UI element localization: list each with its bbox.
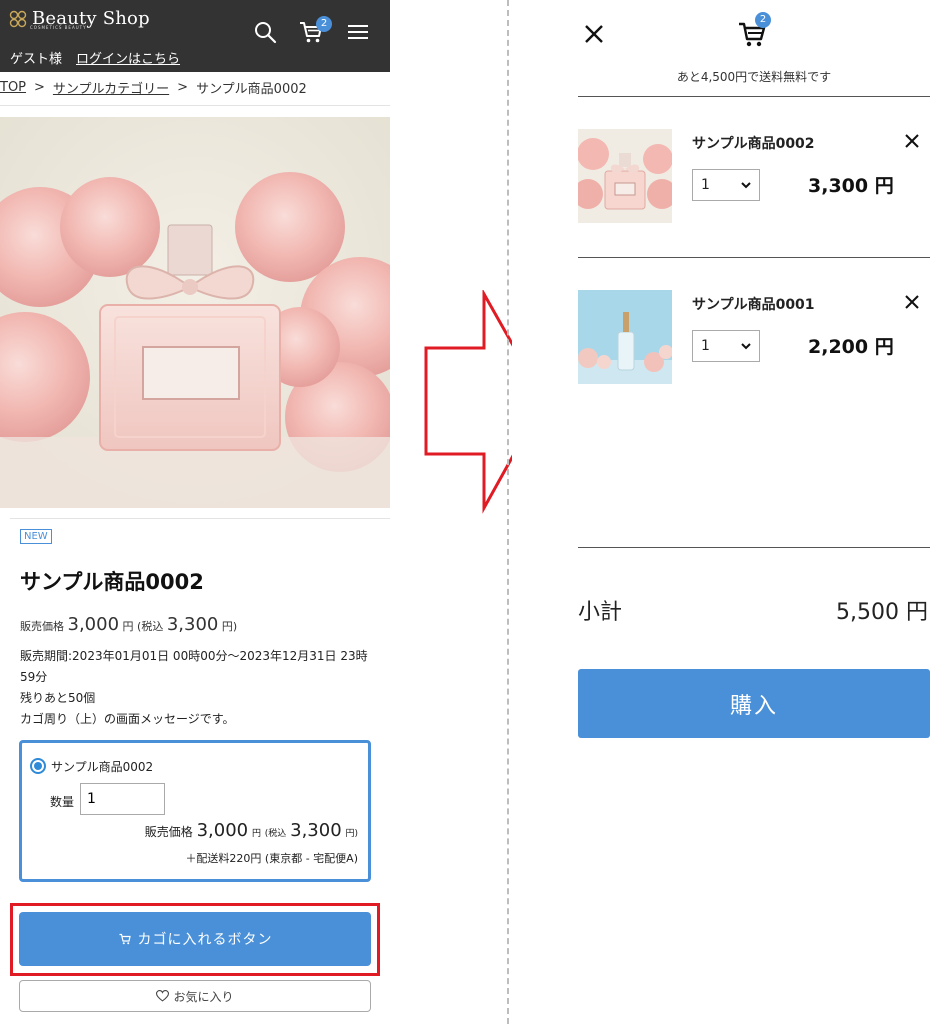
site-header: Beauty Shop COSMETICS BEAUTY ゲスト様 ログインはこ…: [0, 0, 390, 72]
variant-box: サンプル商品0002 数量 販売価格 3,000 円 (税込 3,300 円) …: [19, 740, 371, 882]
tax-label: (税込: [137, 620, 164, 633]
divider: [578, 257, 930, 258]
shipping-fee: ＋配送料220円 (東京都 - 宅配便A): [185, 852, 358, 865]
breadcrumb-top[interactable]: TOP: [0, 80, 26, 95]
price-label: 販売価格: [144, 825, 193, 839]
variant-radio[interactable]: [30, 758, 46, 774]
item-thumbnail: [578, 290, 672, 384]
cart-count-badge: 2: [755, 12, 771, 28]
quantity-input[interactable]: [80, 783, 165, 815]
cart-drawer: 2 あと4,500円で送料無料です サンプル商品0002 1 3,300 円 サ…: [512, 0, 950, 1024]
divider: [10, 518, 390, 519]
item-name: サンプル商品0001: [692, 297, 815, 313]
breadcrumb-category[interactable]: サンプルカテゴリー: [53, 78, 169, 97]
item-thumbnail: [578, 129, 672, 223]
variant-name: サンプル商品0002: [51, 760, 154, 774]
divider: [578, 96, 930, 97]
cart-item: サンプル商品0002 1 3,300 円: [578, 129, 930, 225]
cart-icon: [119, 933, 131, 945]
quantity-select[interactable]: 1: [692, 169, 760, 201]
chevron-down-icon: [741, 181, 751, 188]
quantity-select[interactable]: 1: [692, 330, 760, 362]
cart-count-badge: 2: [316, 16, 332, 32]
product-info: 販売期間:2023年01月01日 00時00分～2023年12月31日 23時5…: [20, 646, 380, 730]
price-value: 3,000: [196, 820, 249, 841]
product-page: Beauty Shop COSMETICS BEAUTY ゲスト様 ログインはこ…: [0, 0, 390, 1024]
breadcrumb-separator: >: [34, 80, 45, 95]
price-value: 3,000: [67, 614, 120, 635]
new-badge: NEW: [20, 529, 52, 544]
subtotal-label: 小計: [578, 600, 623, 625]
logo-subtitle: COSMETICS BEAUTY: [30, 25, 87, 30]
remove-item-icon[interactable]: [904, 294, 920, 310]
tax-label: (税込: [264, 829, 287, 839]
chevron-down-icon: [741, 342, 751, 349]
price-unit: 円: [251, 829, 261, 839]
quantity-value: 1: [701, 338, 710, 354]
divider: [578, 547, 930, 548]
login-link[interactable]: ログインはこちら: [76, 48, 180, 67]
cart-message: カゴ周り（上）の画面メッセージです。: [20, 712, 235, 726]
free-shipping-message: あと4,500円で送料無料です: [676, 70, 832, 84]
item-name: サンプル商品0002: [692, 136, 815, 152]
favorite-label: お気に入り: [173, 989, 234, 1004]
close-icon[interactable]: [582, 22, 606, 46]
add-to-cart-button[interactable]: カゴに入れるボタン: [19, 912, 371, 966]
logo-emblem-icon: [9, 10, 27, 27]
purchase-button[interactable]: 購入: [578, 669, 930, 738]
cart-item: サンプル商品0001 1 2,200 円: [578, 290, 930, 386]
product-title: サンプル商品0002: [20, 570, 204, 594]
breadcrumb-current: サンプル商品0002: [196, 82, 307, 97]
panel-divider: [507, 0, 509, 1024]
heart-icon: [156, 990, 170, 1002]
variant-price: 販売価格 3,000 円 (税込 3,300 円): [145, 820, 358, 841]
menu-icon[interactable]: [344, 18, 372, 46]
tax-unit: 円): [345, 829, 358, 839]
tax-unit: 円): [221, 620, 238, 633]
product-image: [0, 117, 390, 508]
quantity-value: 1: [701, 177, 710, 193]
product-price: 販売価格 3,000 円 (税込 3,300 円): [20, 614, 237, 635]
guest-label: ゲスト様: [10, 52, 63, 67]
price-label: 販売価格: [20, 620, 64, 633]
remove-item-icon[interactable]: [904, 133, 920, 149]
price-tax-value: 3,300: [166, 614, 219, 635]
add-to-cart-label: カゴに入れるボタン: [137, 932, 273, 948]
sale-period: 販売期間:2023年01月01日 00時00分～2023年12月31日 23時5…: [20, 649, 368, 684]
favorite-button[interactable]: お気に入り: [19, 980, 371, 1012]
price-unit: 円: [122, 620, 134, 633]
search-icon[interactable]: [251, 18, 279, 46]
quantity-label: 数量: [50, 795, 75, 809]
subtotal-value: 5,500 円: [836, 600, 928, 625]
stock-remaining: 残りあと50個: [20, 691, 96, 705]
item-price: 3,300 円: [808, 175, 894, 197]
breadcrumb-separator: >: [177, 80, 189, 95]
item-price: 2,200 円: [808, 336, 894, 358]
price-tax-value: 3,300: [290, 820, 342, 841]
breadcrumb: TOP > サンプルカテゴリー > サンプル商品0002: [0, 78, 390, 106]
